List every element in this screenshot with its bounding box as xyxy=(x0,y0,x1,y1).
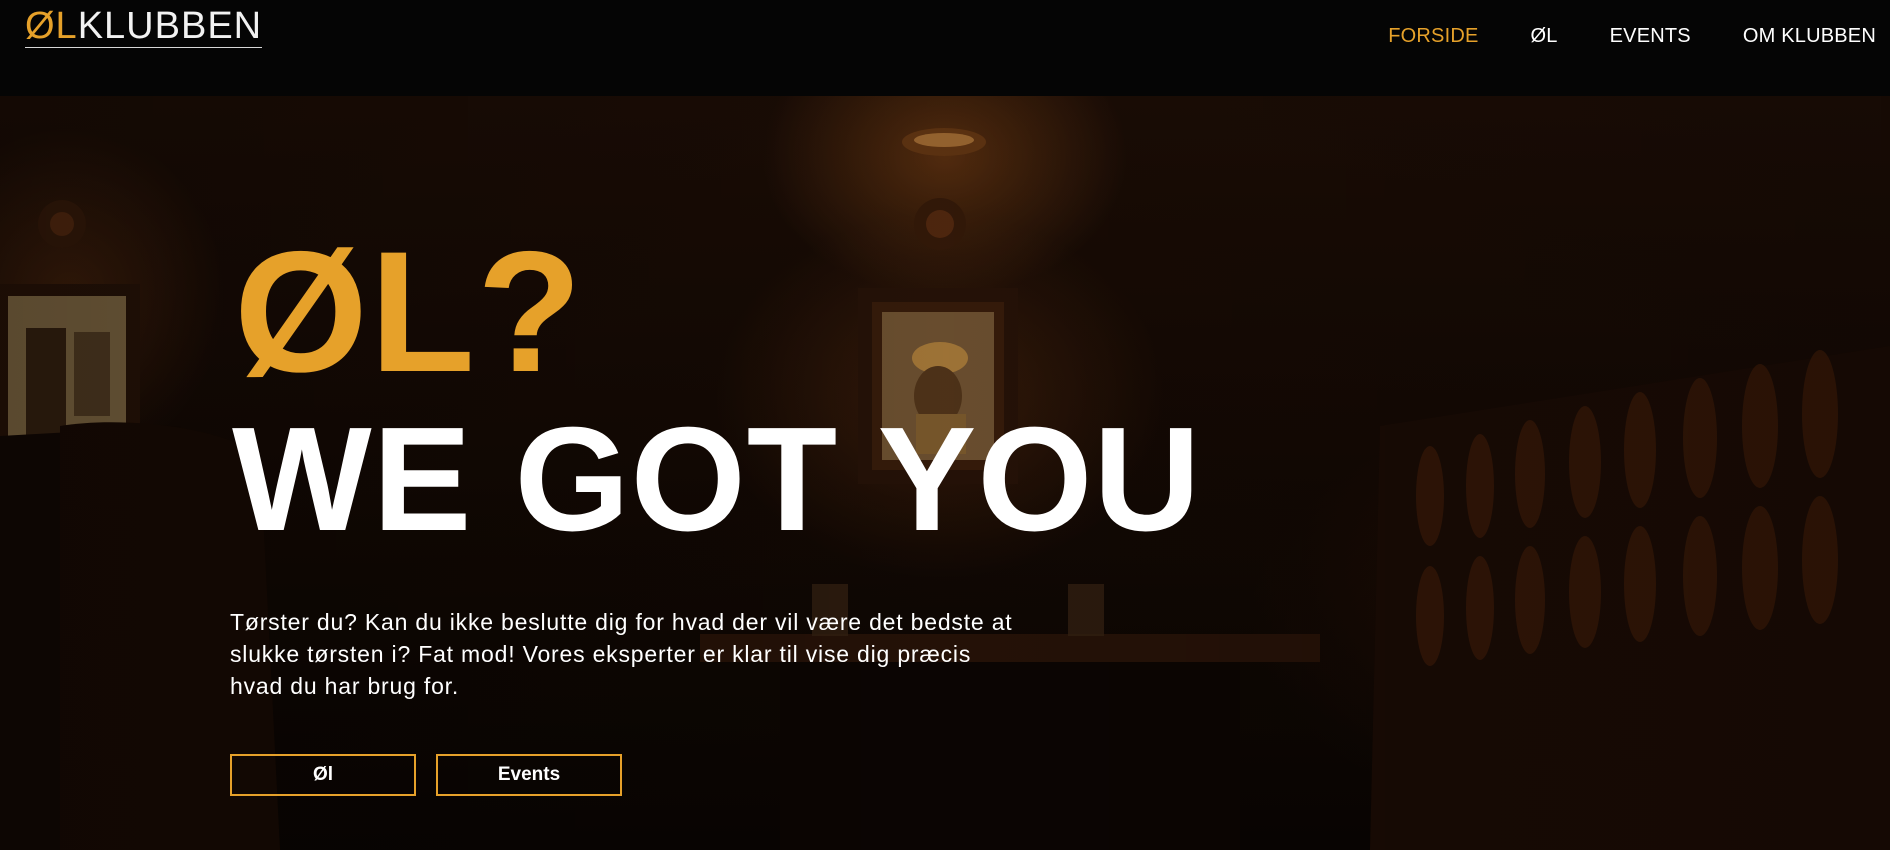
nav-item-ol[interactable]: ØL xyxy=(1531,22,1558,50)
ol-button[interactable]: Øl xyxy=(230,754,416,796)
nav-item-events[interactable]: EVENTS xyxy=(1610,22,1691,50)
site-header: ØL KLUBBEN FORSIDE ØL EVENTS OM KLUBBEN xyxy=(0,0,1890,96)
hero-headline: WE GOT YOU xyxy=(232,397,1202,562)
hero-content: ØL? WE GOT YOU Tørster du? Kan du ikke b… xyxy=(0,0,1890,850)
site-logo[interactable]: ØL KLUBBEN xyxy=(25,4,263,48)
page: ØL KLUBBEN FORSIDE ØL EVENTS OM KLUBBEN … xyxy=(0,0,1890,850)
hero-intro-text: Tørster du? Kan du ikke beslutte dig for… xyxy=(230,609,1013,699)
hero-headline-accent: ØL? xyxy=(234,216,584,408)
nav-item-forside[interactable]: FORSIDE xyxy=(1388,22,1478,50)
events-button[interactable]: Events xyxy=(436,754,622,796)
logo-text: KLUBBEN xyxy=(77,5,263,47)
logo-accent-text: ØL xyxy=(25,5,78,47)
main-nav: FORSIDE ØL EVENTS OM KLUBBEN xyxy=(1388,22,1876,50)
nav-item-om-klubben[interactable]: OM KLUBBEN xyxy=(1743,22,1876,50)
